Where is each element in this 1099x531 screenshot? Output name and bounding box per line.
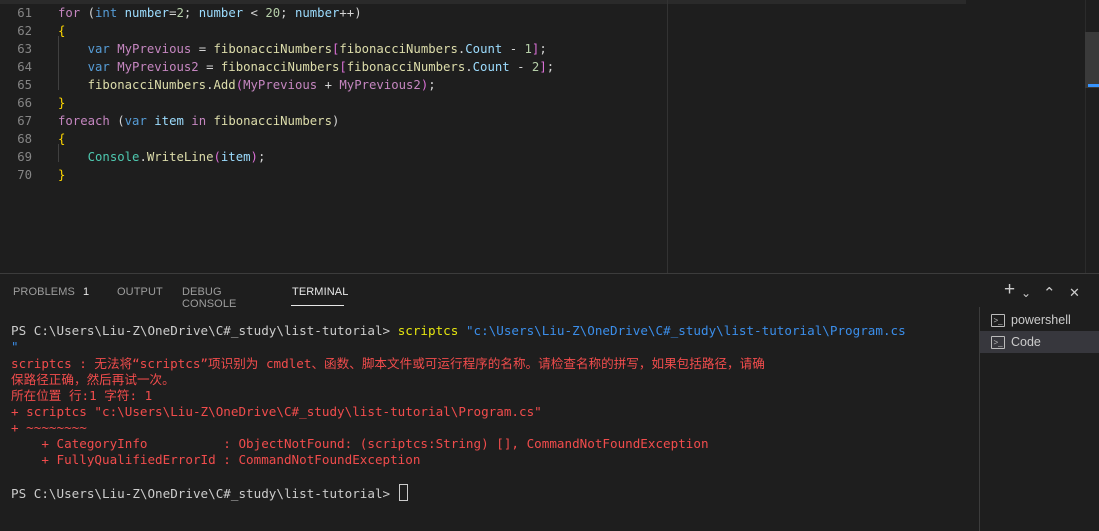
code-text[interactable]: foreach (var item in fibonacciNumbers) xyxy=(58,112,339,130)
code-text[interactable]: fibonacciNumbers.Add(MyPrevious + MyPrev… xyxy=(58,76,436,94)
code-text[interactable]: for (int number=2; number < 20; number++… xyxy=(58,4,362,22)
terminal-prompt-line: PS C:\Users\Liu-Z\OneDrive\C#_study\list… xyxy=(11,484,408,501)
line-number: 70 xyxy=(17,168,32,182)
line-number: 68 xyxy=(17,132,32,146)
terminal-error-line: 保路径正确，然后再试一次。 xyxy=(11,372,175,387)
code-text[interactable]: var MyPrevious = fibonacciNumbers[fibona… xyxy=(58,40,547,58)
terminal-error-line: + ~~~~~~~~ xyxy=(11,420,87,435)
line-number: 67 xyxy=(17,114,32,128)
tab-output[interactable]: OUTPUT xyxy=(117,286,163,298)
code-text[interactable]: { xyxy=(58,22,65,40)
terminal-item-powershell[interactable]: >_ powershell xyxy=(980,309,1099,331)
terminal-item-code[interactable]: >_ Code xyxy=(980,331,1099,353)
line-number: 66 xyxy=(17,96,32,110)
tab-problems[interactable]: PROBLEMS xyxy=(13,286,75,298)
terminal-error-line: + scriptcs "c:\Users\Liu-Z\OneDrive\C#_s… xyxy=(11,404,542,419)
terminal-dropdown-chevron-icon[interactable]: ⌄ xyxy=(1021,284,1031,302)
maximize-panel-chevron-up-icon[interactable]: ⌃ xyxy=(1043,285,1056,303)
code-text[interactable]: var MyPrevious2 = fibonacciNumbers[fibon… xyxy=(58,58,555,76)
terminal-error-line: + CategoryInfo : ObjectNotFound: (script… xyxy=(11,436,709,451)
line-number: 62 xyxy=(17,24,32,38)
code-editor[interactable]: 61 for (int number=2; number < 20; number… xyxy=(0,0,1099,273)
terminal-line: PS C:\Users\Liu-Z\OneDrive\C#_study\list… xyxy=(11,323,906,338)
terminal-tabs-list: >_ powershell >_ Code xyxy=(979,307,1099,531)
close-panel-icon[interactable]: ✕ xyxy=(1069,284,1080,302)
tab-debug-console[interactable]: DEBUG CONSOLE xyxy=(182,286,236,310)
terminal-output[interactable]: PS C:\Users\Liu-Z\OneDrive\C#_study\list… xyxy=(0,314,978,531)
terminal-cursor xyxy=(398,484,408,501)
terminal-item-label: powershell xyxy=(1011,313,1071,327)
terminal-error-line: 所在位置 行:1 字符: 1 xyxy=(11,388,153,403)
line-number: 69 xyxy=(17,150,32,164)
code-text[interactable]: Console.WriteLine(item); xyxy=(58,148,266,166)
line-number: 61 xyxy=(17,6,32,20)
scrollbar-cursor-marker xyxy=(1088,84,1099,87)
editor-scrollbar-thumb[interactable] xyxy=(1085,32,1099,88)
terminal-item-label: Code xyxy=(1011,335,1041,349)
terminal-error-line: scriptcs : 无法将“scriptcs”项识别为 cmdlet、函数、脚… xyxy=(11,356,765,371)
new-terminal-button[interactable]: + xyxy=(1004,280,1015,299)
code-text[interactable]: } xyxy=(58,94,65,112)
code-text[interactable]: { xyxy=(58,130,65,148)
line-number: 64 xyxy=(17,60,32,74)
bottom-panel: PROBLEMS 1 OUTPUT DEBUG CONSOLE TERMINAL… xyxy=(0,273,1099,531)
terminal-error-line: + FullyQualifiedErrorId : CommandNotFoun… xyxy=(11,452,421,467)
terminal-line: " xyxy=(11,339,19,354)
active-tab-indicator xyxy=(291,305,344,306)
line-number: 63 xyxy=(17,42,32,56)
editor-ruler xyxy=(667,0,668,273)
problems-count-badge: 1 xyxy=(83,286,90,298)
line-number: 65 xyxy=(17,78,32,92)
terminal-icon: >_ xyxy=(991,336,1005,349)
terminal-icon: >_ xyxy=(991,314,1005,327)
tab-terminal[interactable]: TERMINAL xyxy=(292,286,348,298)
code-text[interactable]: } xyxy=(58,166,65,184)
